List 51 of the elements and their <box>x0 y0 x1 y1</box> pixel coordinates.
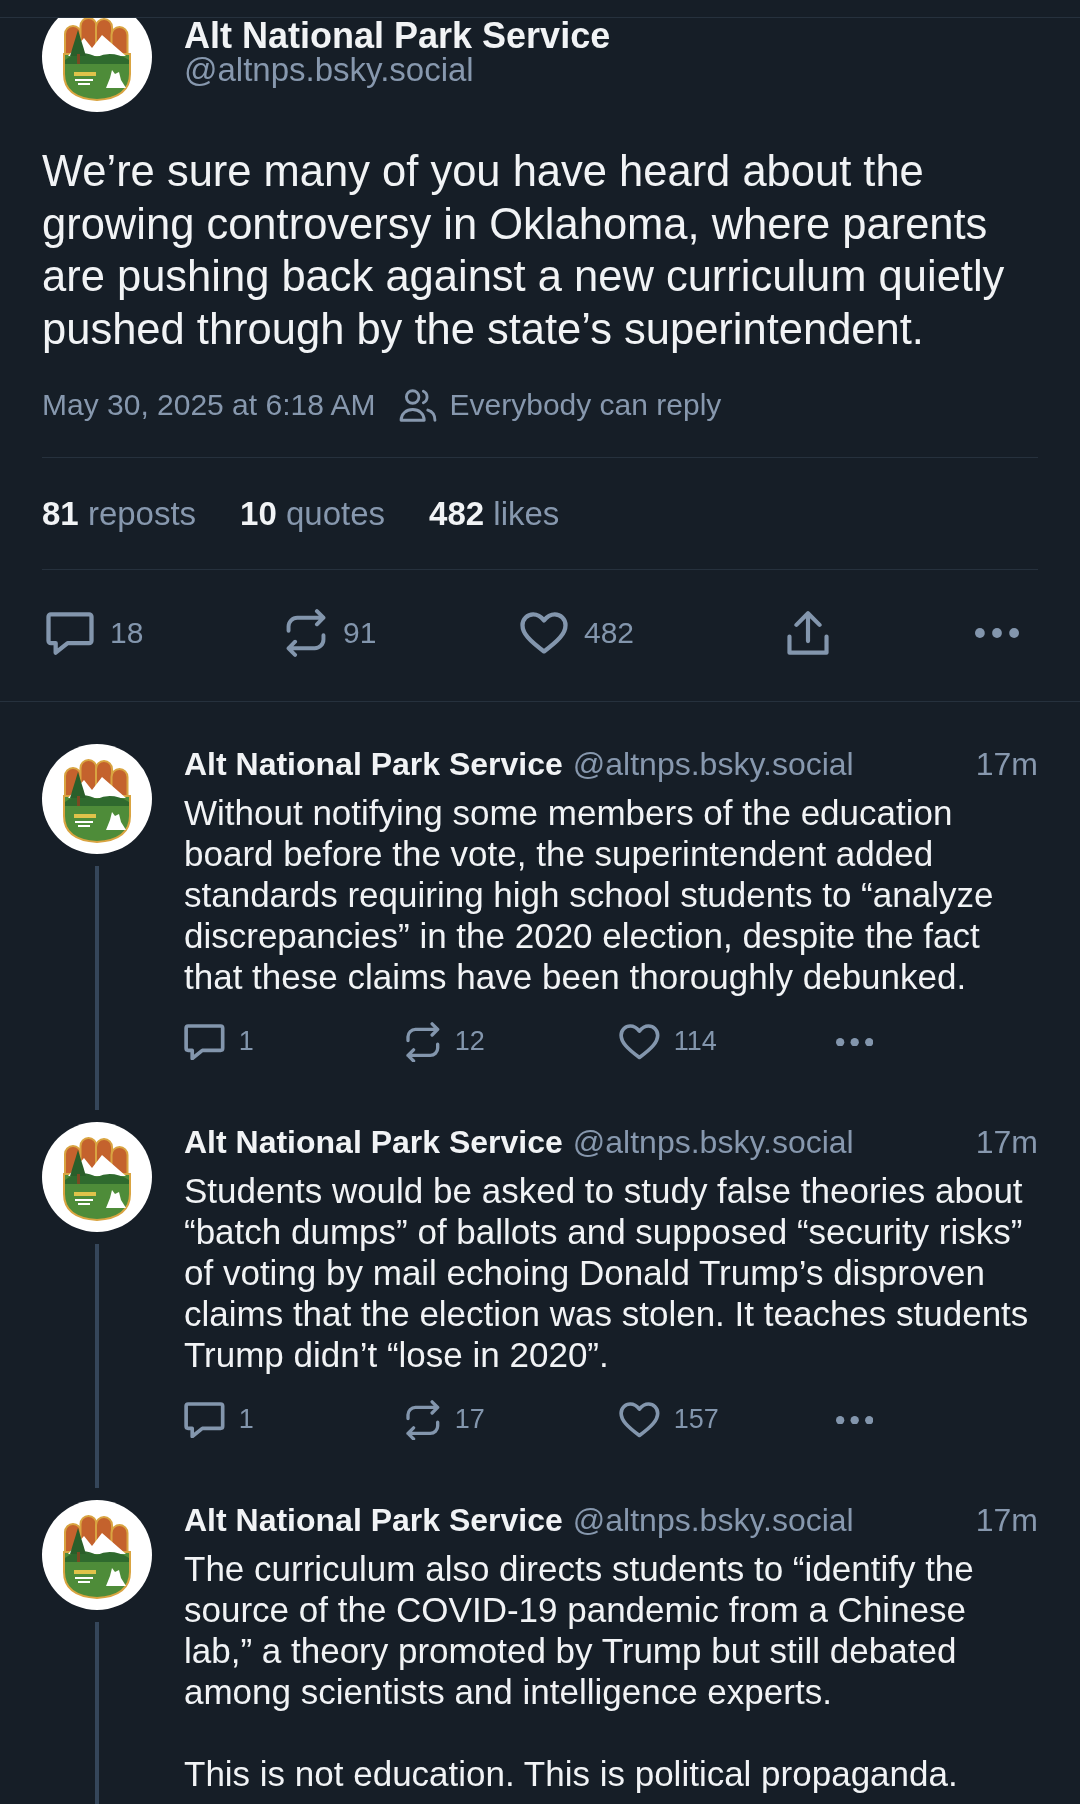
author-name[interactable]: Alt National Park Service <box>184 1501 563 1539</box>
repost-button[interactable]: 91 <box>285 609 377 657</box>
stat-link[interactable]: 10 quotes <box>240 493 386 534</box>
more-button[interactable] <box>836 1415 874 1425</box>
author-handle: @altnps.bsky.social <box>572 1123 854 1161</box>
speech-bubble-icon <box>184 1023 225 1061</box>
repost-icon <box>405 1399 441 1441</box>
stat-link[interactable]: 482 likes <box>429 493 560 534</box>
post-text: We’re sure many of you have heard about the growing controversy in Oklahoma, where parents are pushing back against a new curriculum quietly pushed through by the state’s superintendent. <box>42 146 1006 355</box>
avatar-badge-icon[interactable] <box>42 744 152 854</box>
like-button[interactable]: 157 <box>619 1401 719 1439</box>
author-name[interactable]: Alt National Park Service <box>184 745 563 783</box>
author-handle: @altnps.bsky.social <box>572 1501 854 1539</box>
author-name[interactable]: Alt National Park Service <box>184 1123 563 1161</box>
post-time: 17m <box>975 1501 1038 1539</box>
author-handle: @altnps.bsky.social <box>572 745 854 783</box>
ellipsis-icon <box>836 1415 874 1425</box>
post-text: The curriculum also directs students to “identify the source of the COVID-19 pandemic from a Chinese lab,” a theory promoted by Trump but still debated among scientists and intelligence experts. This is not education. This is political propaganda. <box>184 1548 975 1794</box>
heart-icon <box>619 1023 660 1061</box>
repost-button[interactable]: 17 <box>405 1399 485 1441</box>
post-text: Students would be asked to study false theories about “batch dumps” of ballots and supposed “security risks” of voting by mail echoing Donald Trump’s disproven claims that the election was stolen. It teaches students Trump didn’t “lose in 2020”. <box>184 1170 1030 1375</box>
post-text: Without notifying some members of the education board before the vote, the superintendent added standards requiring high school students to “analyze discrepancies” in the 2020 election, despite the fact that these claims have been thoroughly debunked. <box>184 792 995 997</box>
more-button[interactable] <box>836 1037 874 1047</box>
avatar-badge-icon[interactable] <box>42 1122 152 1232</box>
ellipsis-icon <box>975 628 1019 638</box>
repost-icon <box>285 609 327 657</box>
heart-icon <box>520 611 568 655</box>
avatar-badge-icon[interactable] <box>42 1500 152 1610</box>
like-button[interactable]: 114 <box>619 1023 717 1061</box>
post-time: 17m <box>975 1123 1038 1161</box>
repost-button[interactable]: 12 <box>405 1021 485 1063</box>
share-button[interactable] <box>787 611 829 655</box>
people-icon <box>398 388 437 422</box>
author-handle: @altnps.bsky.social <box>184 54 474 86</box>
speech-bubble-icon <box>184 1401 225 1439</box>
reply-button[interactable]: 1 <box>184 1023 254 1061</box>
post-time: 17m <box>975 745 1038 783</box>
more-button[interactable] <box>975 628 1019 638</box>
reply-button[interactable]: 18 <box>46 611 144 655</box>
like-button[interactable]: 482 <box>520 611 635 655</box>
repost-icon <box>405 1021 441 1063</box>
author-name[interactable]: Alt National Park Service <box>184 18 611 54</box>
avatar-badge-icon[interactable] <box>42 18 152 112</box>
post-timestamp: May 30, 2025 at 6:18 AM <box>42 388 376 422</box>
share-icon <box>787 611 829 655</box>
ellipsis-icon <box>836 1037 874 1047</box>
reply-settings-button[interactable]: Everybody can reply <box>398 388 722 422</box>
reply-button[interactable]: 1 <box>184 1401 254 1439</box>
heart-icon <box>619 1401 660 1439</box>
speech-bubble-icon <box>46 611 94 655</box>
stat-link[interactable]: 81 reposts <box>42 493 197 534</box>
